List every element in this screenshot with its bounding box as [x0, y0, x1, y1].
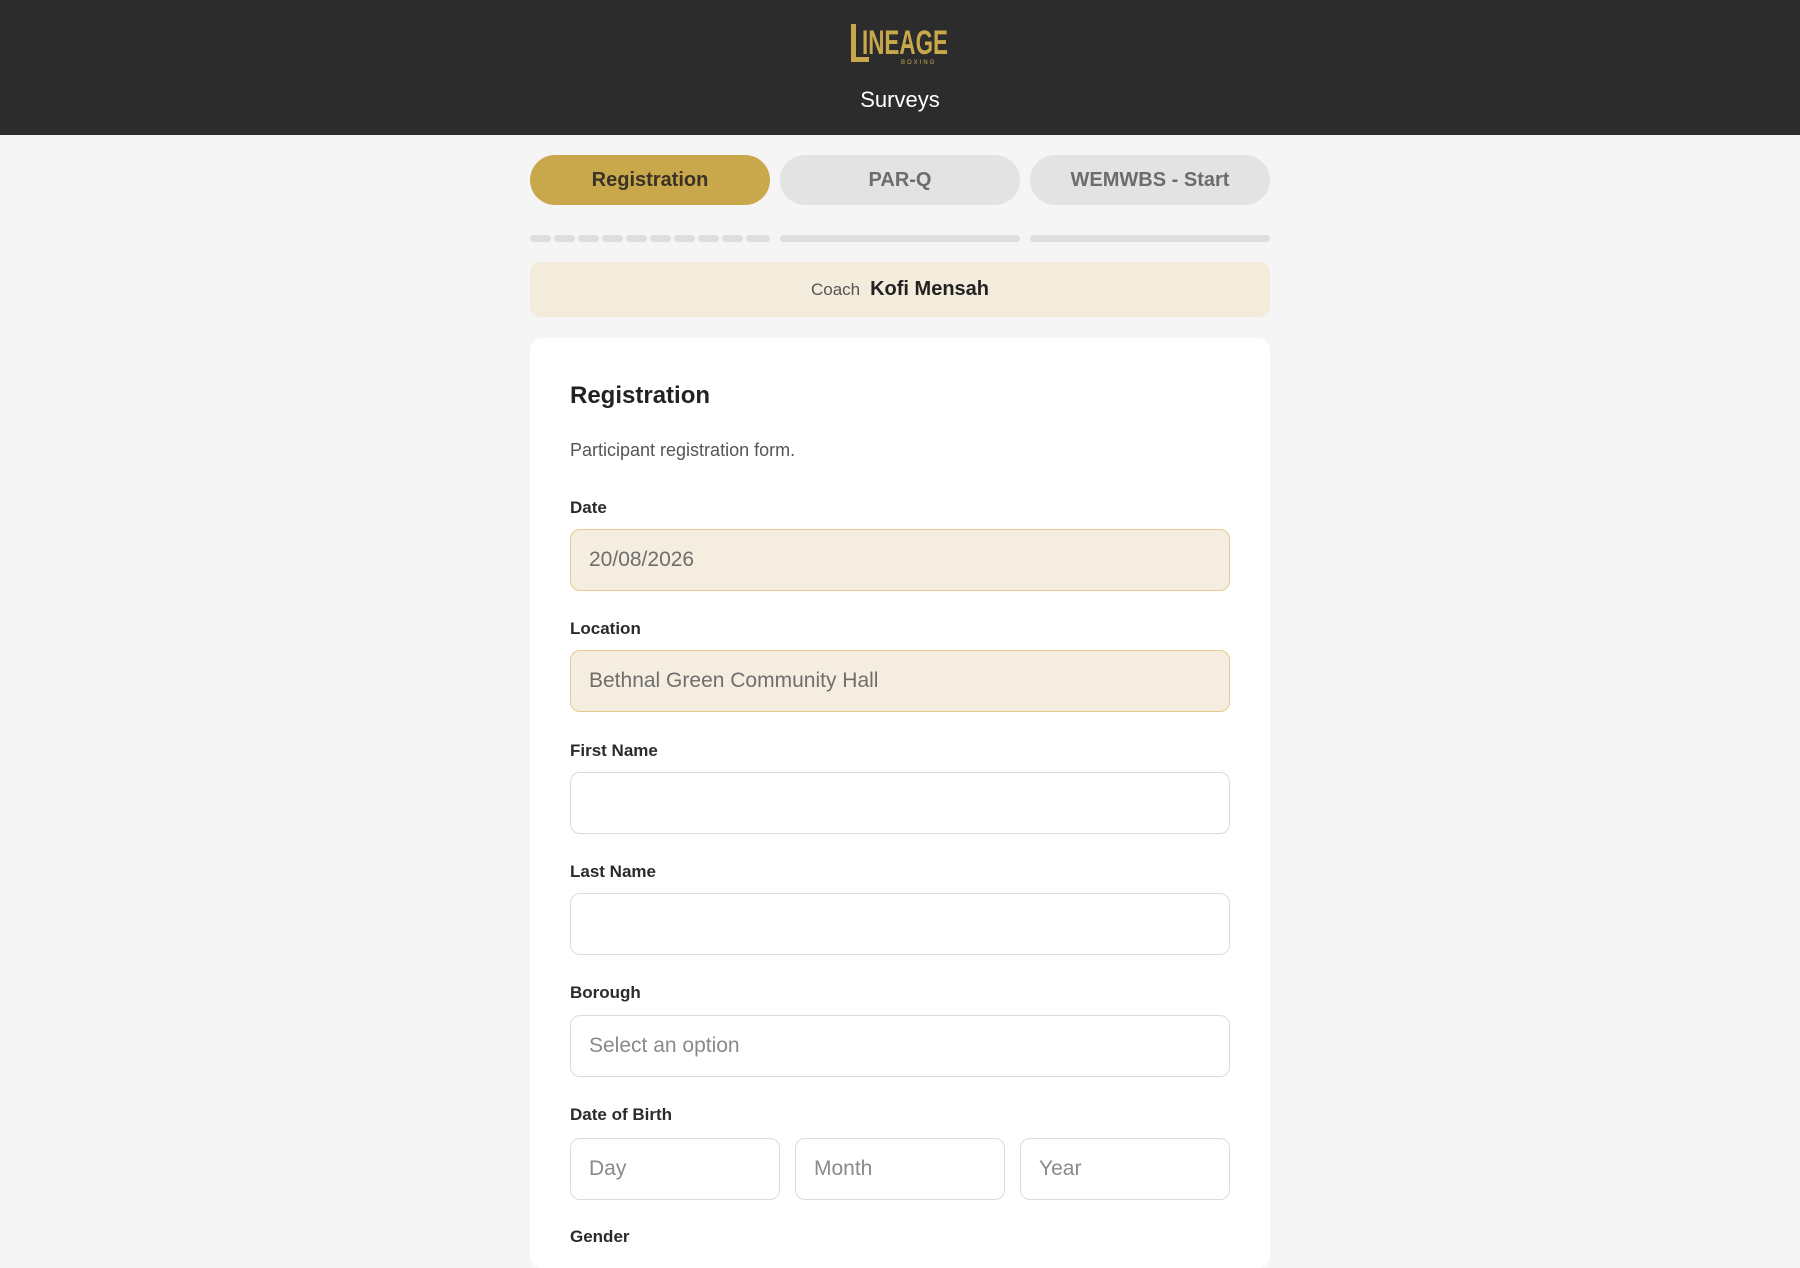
dob-month-field[interactable]: Month [795, 1138, 1005, 1200]
borough-label: Borough [570, 983, 641, 1002]
gender-label: Gender [570, 1227, 630, 1246]
date-label: Date [570, 498, 607, 517]
first-name-field[interactable] [570, 772, 1230, 834]
progress-bar-par-q [780, 235, 1020, 242]
progress-segment [578, 235, 599, 242]
tab-wemwbs-start[interactable]: WEMWBS - Start [1030, 155, 1270, 205]
last-name-label: Last Name [570, 862, 656, 881]
location-field[interactable]: Bethnal Green Community Hall [570, 650, 1230, 712]
progress-segment [602, 235, 623, 242]
borough-select[interactable]: Select an option [570, 1015, 1230, 1077]
location-label: Location [570, 619, 641, 638]
form-description: Participant registration form. [570, 440, 796, 460]
progress-segment [650, 235, 671, 242]
survey-progress [530, 235, 1270, 242]
svg-text:BOXING: BOXING [901, 60, 936, 66]
coach-name: Kofi Mensah [870, 278, 990, 300]
first-name-label: First Name [570, 741, 658, 760]
progress-segment [698, 235, 719, 242]
progress-bar-wemwbs [1030, 235, 1270, 242]
progress-segment [746, 235, 770, 242]
survey-tabs: Registration PAR-Q WEMWBS - Start [530, 155, 1270, 205]
date-field[interactable]: 20/08/2026 [570, 529, 1230, 591]
progress-segment [554, 235, 575, 242]
lineage-boxing-logo: INEAGE BOXING [851, 22, 949, 66]
top-header: INEAGE BOXING Surveys [0, 0, 1800, 135]
progress-segment [722, 235, 743, 242]
tab-registration[interactable]: Registration [530, 155, 770, 205]
dob-year-field[interactable]: Year [1020, 1138, 1230, 1200]
svg-text:INEAGE: INEAGE [862, 24, 948, 62]
dob-day-field[interactable]: Day [570, 1138, 780, 1200]
coach-label: Coach [810, 279, 861, 299]
progress-segment [674, 235, 695, 242]
progress-segment [530, 235, 551, 242]
form-title: Registration [570, 382, 711, 409]
registration-form-card: Registration Participant registration fo… [530, 338, 1270, 1268]
page-title: Surveys [860, 87, 940, 112]
tab-par-q[interactable]: PAR-Q [780, 155, 1020, 205]
last-name-field[interactable] [570, 893, 1230, 955]
progress-segment [626, 235, 647, 242]
coach-banner: Coach Kofi Mensah [530, 262, 1270, 317]
dob-label: Date of Birth [570, 1105, 672, 1124]
